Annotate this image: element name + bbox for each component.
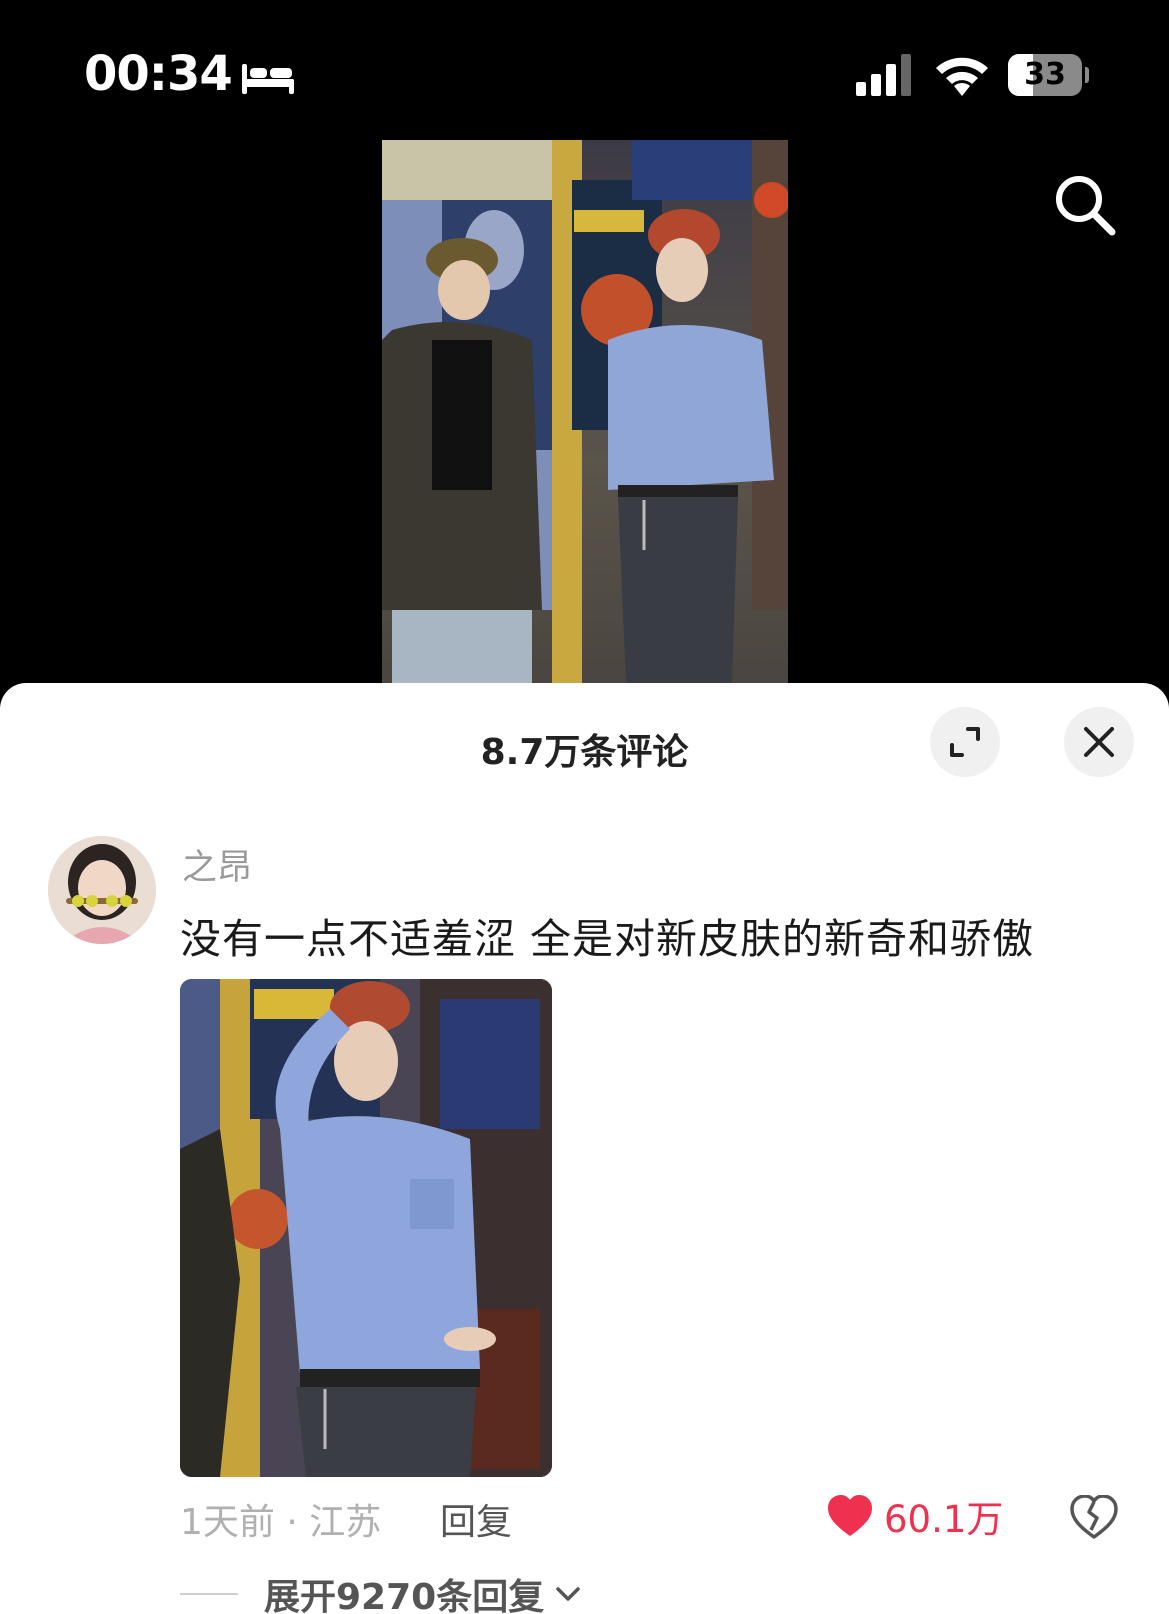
expand-button[interactable] — [930, 707, 1000, 777]
wifi-icon — [936, 57, 988, 96]
cellular-signal-icon — [856, 54, 911, 96]
video-player[interactable] — [382, 140, 788, 684]
like-count: 60.1万 — [884, 1498, 1004, 1541]
battery-icon: 33 — [1008, 54, 1089, 96]
divider — [180, 1593, 238, 1595]
like-button[interactable]: 60.1万 — [826, 1491, 1003, 1541]
avatar[interactable] — [48, 836, 156, 944]
comment-time-location: 1天前 · 江苏 — [180, 1502, 382, 1543]
search-icon[interactable] — [1052, 172, 1118, 238]
video-frame-image — [382, 140, 788, 684]
heart-icon — [828, 1495, 872, 1536]
battery-level: 33 — [1024, 57, 1066, 92]
expand-replies-label: 展开9270条回复 — [264, 1577, 545, 1614]
chevron-down-icon — [556, 1587, 580, 1601]
bed-sleep-icon — [242, 64, 294, 94]
close-icon — [1084, 727, 1114, 757]
status-bar: 00:34 33 — [0, 0, 1169, 140]
comment-username[interactable]: 之昂 — [182, 839, 252, 890]
broken-heart-icon[interactable] — [1070, 1495, 1118, 1539]
expand-replies-button[interactable]: 展开9270条回复 — [180, 1568, 582, 1614]
comments-sheet: 8.7万条评论 之昂 没有一点不适羞涩 全是对新皮肤的新奇和骄傲 1天前 · 江… — [0, 683, 1169, 1614]
status-time: 00:34 — [84, 46, 233, 102]
reply-button[interactable]: 回复 — [440, 1493, 512, 1545]
expand-icon — [950, 727, 980, 757]
close-button[interactable] — [1064, 707, 1134, 777]
comment-text: 没有一点不适羞涩 全是对新皮肤的新奇和骄傲 — [180, 915, 1035, 963]
comment-image[interactable] — [180, 979, 552, 1477]
